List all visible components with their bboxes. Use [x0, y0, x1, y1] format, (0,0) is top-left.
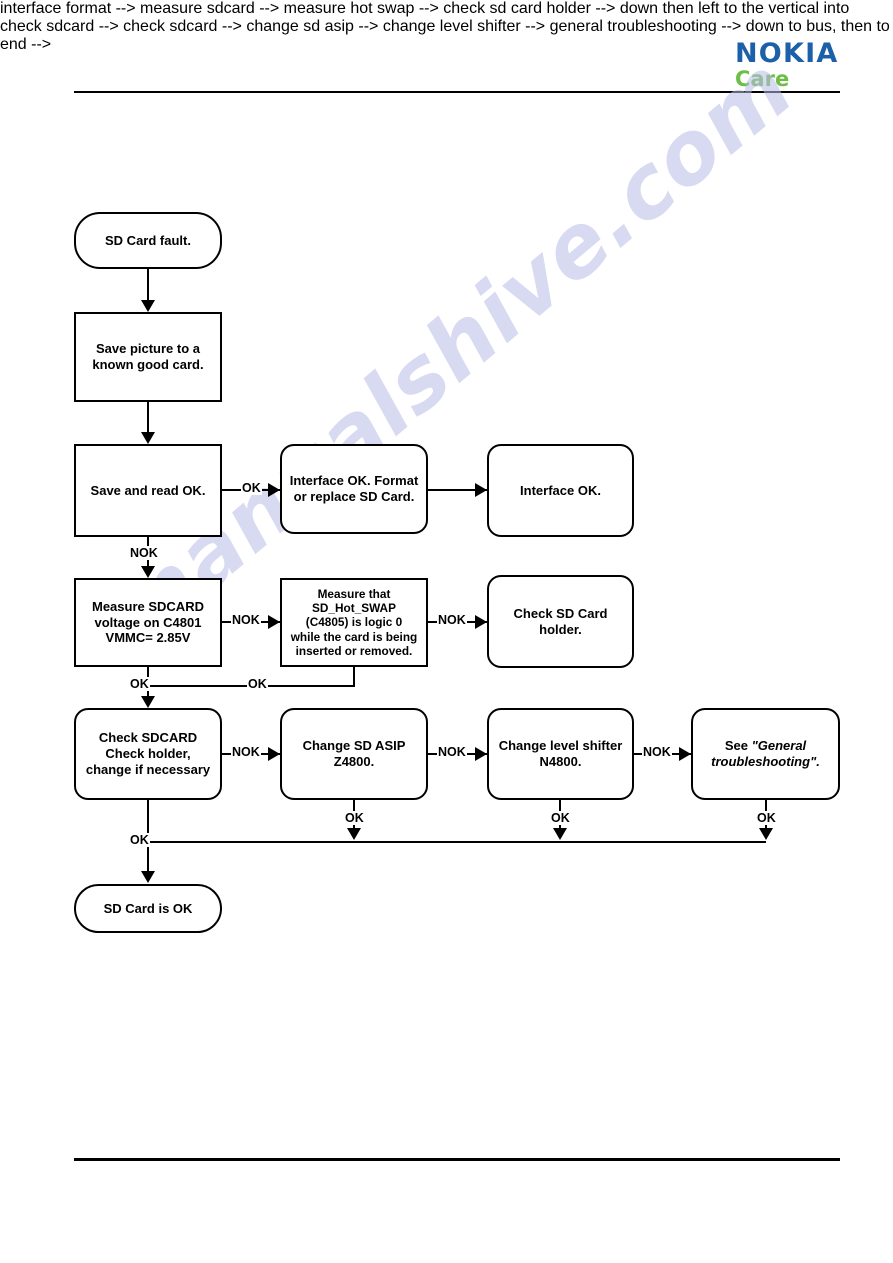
- node-label-prefix: See: [724, 738, 752, 754]
- arrowhead-down: [141, 432, 155, 444]
- node-label: Check SDCARD Check holder, change if nec…: [85, 730, 211, 777]
- edge-label-ok: OK: [129, 833, 150, 847]
- node-label: Interface OK. Format or replace SD Card.: [289, 473, 419, 504]
- edge-label-ok: OK: [247, 677, 268, 691]
- edge-label-nok: NOK: [437, 613, 467, 627]
- edge-start-to-save-picture: [147, 269, 149, 302]
- node-label: Save and read OK.: [90, 482, 206, 498]
- node-label: SD Card is OK: [103, 900, 193, 916]
- node-interface-ok[interactable]: Interface OK.: [487, 444, 634, 537]
- node-save-and-read-ok[interactable]: Save and read OK.: [74, 444, 222, 537]
- arrowhead-right: [268, 483, 280, 497]
- node-label: Interface OK.: [520, 482, 601, 498]
- arrowhead-down: [759, 828, 773, 840]
- edge-label-nok: NOK: [231, 613, 261, 627]
- arrowhead-right: [475, 747, 487, 761]
- arrowhead-right: [679, 747, 691, 761]
- edge-save-picture-to-save-read: [147, 402, 149, 434]
- flowchart: SD Card fault. Save picture to a known g…: [0, 0, 893, 1263]
- node-label: Save picture to a known good card.: [92, 341, 204, 372]
- edge-label-ok: OK: [129, 677, 150, 691]
- arrowhead-right: [475, 615, 487, 629]
- node-check-sd-card-holder[interactable]: Check SD Card holder.: [487, 575, 634, 668]
- node-sd-card-fault[interactable]: SD Card fault.: [74, 212, 222, 269]
- node-see-general-troubleshooting[interactable]: See "General troubleshooting".: [691, 708, 840, 800]
- node-label: Change level shifter N4800.: [498, 738, 623, 769]
- arrowhead-down: [141, 300, 155, 312]
- edge-label-nok: NOK: [129, 546, 159, 560]
- node-measure-sd-hot-swap[interactable]: Measure that SD_Hot_SWAP (C4805) is logi…: [280, 578, 428, 667]
- arrowhead-down: [141, 871, 155, 883]
- node-label: See "General troubleshooting".: [707, 738, 824, 770]
- arrowhead-right: [268, 615, 280, 629]
- node-change-sd-asip[interactable]: Change SD ASIP Z4800.: [280, 708, 428, 800]
- node-change-level-shifter[interactable]: Change level shifter N4800.: [487, 708, 634, 800]
- page-canvas: NOKIA Care manualshive.com SD Card fault…: [0, 0, 893, 1263]
- edge-label-nok: NOK: [231, 745, 261, 759]
- node-label: SD Card fault.: [105, 232, 191, 248]
- node-save-picture[interactable]: Save picture to a known good card.: [74, 312, 222, 402]
- node-measure-sdcard-voltage[interactable]: Measure SDCARD voltage on C4801 VMMC= 2.…: [74, 578, 222, 667]
- node-interface-ok-format[interactable]: Interface OK. Format or replace SD Card.: [280, 444, 428, 534]
- edge-label-ok: OK: [550, 811, 571, 825]
- node-sd-card-is-ok[interactable]: SD Card is OK: [74, 884, 222, 933]
- edge-label-nok: NOK: [642, 745, 672, 759]
- arrowhead-right: [475, 483, 487, 497]
- edge-label-ok: OK: [756, 811, 777, 825]
- node-check-sdcard-holder[interactable]: Check SDCARD Check holder, change if nec…: [74, 708, 222, 800]
- arrowhead-right: [268, 747, 280, 761]
- edge-label-nok: NOK: [437, 745, 467, 759]
- node-label: Measure that SD_Hot_SWAP (C4805) is logi…: [290, 586, 418, 659]
- node-label: Change SD ASIP Z4800.: [302, 738, 406, 769]
- edge-measure-hotswap-ok-drop: [353, 667, 355, 687]
- arrowhead-down: [141, 696, 155, 708]
- arrowhead-down: [141, 566, 155, 578]
- node-label: Check SD Card holder.: [513, 605, 608, 637]
- edge-ok-collector-bus: [147, 841, 766, 843]
- edge-label-ok: OK: [241, 481, 262, 495]
- node-label: Measure SDCARD voltage on C4801 VMMC= 2.…: [92, 598, 204, 646]
- arrowhead-down: [553, 828, 567, 840]
- edge-label-ok: OK: [344, 811, 365, 825]
- arrowhead-down: [347, 828, 361, 840]
